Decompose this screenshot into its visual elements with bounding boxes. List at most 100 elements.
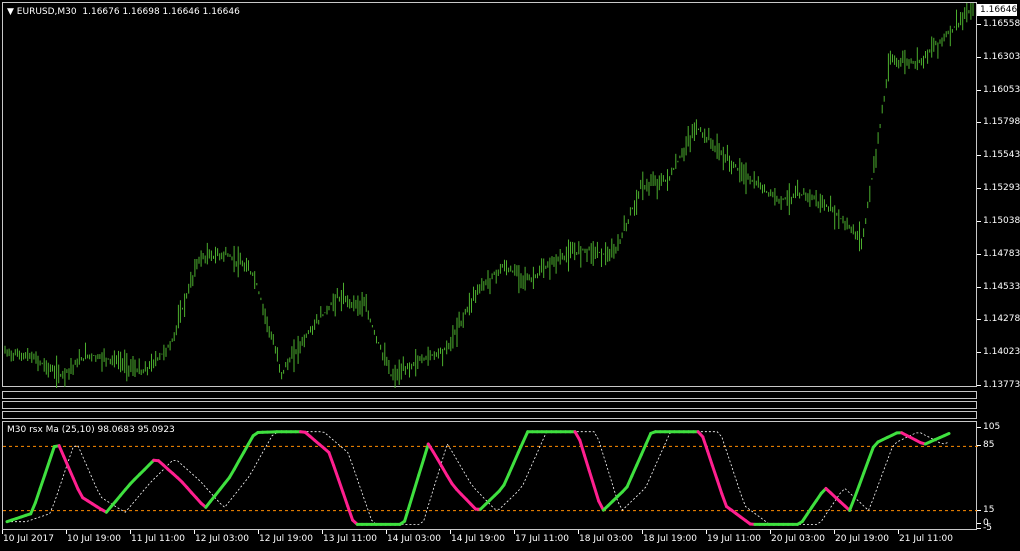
price-tick-label: 1.16303 <box>983 51 1020 62</box>
rsx-segment <box>592 484 601 503</box>
rsx-segment <box>862 458 870 475</box>
price-candles <box>4 3 974 388</box>
price-tick <box>977 155 981 157</box>
rsx-segment <box>57 444 66 458</box>
rsx-segment <box>67 465 75 480</box>
time-tick-label: 20 Jul 19:00 <box>835 534 889 544</box>
rsx-segment <box>720 492 728 508</box>
rsx-segment <box>417 457 426 477</box>
rsx-segment <box>507 462 515 476</box>
level-tick <box>977 445 981 447</box>
rsx-segment <box>43 459 52 477</box>
indicator-pane[interactable]: M30 rsx Ma (25,10) 98.0683 95.0923 <box>2 421 978 530</box>
level-tick <box>977 427 981 428</box>
price-tick-label: 1.15293 <box>983 183 1020 194</box>
level-tick <box>977 509 981 511</box>
rsx-segment <box>48 445 56 463</box>
rsx-segment <box>635 453 643 467</box>
rsx-segment <box>38 473 47 491</box>
time-tick-label: 21 Jul 11:00 <box>899 534 953 544</box>
time-tick-label: 12 Jul 19:00 <box>259 534 313 544</box>
time-tick-label: 19 Jul 11:00 <box>707 534 761 544</box>
price-tick <box>977 253 981 255</box>
price-tick-label: 1.14278 <box>983 314 1020 325</box>
time-tick-label: 11 Jul 11:00 <box>131 534 185 544</box>
price-tick <box>977 385 981 386</box>
rsx-segment <box>630 463 639 478</box>
rsx-segment <box>867 445 875 462</box>
empty-subwindow-1[interactable] <box>2 391 977 399</box>
rsx-segment <box>346 504 355 522</box>
price-tick-label: 1.14783 <box>983 248 1020 259</box>
rsx-segment <box>625 474 634 489</box>
rsx-segment <box>857 471 866 488</box>
rsx-segment <box>521 430 530 444</box>
rsx-segment <box>502 472 511 487</box>
time-tick-label: 10 Jul 19:00 <box>67 534 121 544</box>
time-tick-label: 18 Jul 19:00 <box>643 534 697 544</box>
price-tick-label: 1.15038 <box>983 215 1020 226</box>
level-tick-label: 105 <box>983 422 1001 432</box>
level-tick <box>977 528 981 529</box>
price-tick <box>977 89 981 91</box>
price-tick <box>977 56 981 58</box>
rsx-segment <box>710 463 719 481</box>
rsx-segment <box>578 438 586 457</box>
level-tick-label: 85 <box>983 440 995 451</box>
price-tick-label: 1.15543 <box>983 150 1020 161</box>
price-tick <box>977 188 981 190</box>
price-tick-label: 1.15798 <box>983 117 1020 128</box>
time-tick-label: 20 Jul 03:00 <box>771 534 825 544</box>
rsx-segment <box>644 431 653 446</box>
price-tick <box>977 286 981 288</box>
rsx-segment <box>407 488 416 508</box>
price-tick-label: 1.16558 <box>983 19 1020 29</box>
rsx-segment <box>332 463 340 481</box>
price-chart-pane[interactable]: ▼ EURUSD,M30 1.16676 1.16698 1.16646 1.1… <box>2 2 977 388</box>
time-tick-label: 12 Jul 03:00 <box>195 534 249 544</box>
rsx-segment <box>412 473 421 492</box>
price-tick <box>977 24 981 25</box>
level-tick <box>977 523 981 525</box>
rsx-segment <box>852 484 861 500</box>
rsx-segment <box>62 455 70 469</box>
time-tick-label: 17 Jul 11:00 <box>515 534 569 544</box>
time-tick-label: 13 Jul 11:00 <box>323 534 377 544</box>
level-tick-label: 15 <box>983 504 995 515</box>
price-tick <box>977 319 981 321</box>
indicator-axis[interactable]: 105 85 15 0 -5 <box>977 421 1020 533</box>
rsx-segment <box>516 440 525 455</box>
rsx-segment <box>848 497 856 512</box>
rsx-segment <box>715 478 724 496</box>
rsx-segment <box>336 477 345 495</box>
time-tick-label: 10 Jul 2017 <box>3 534 54 544</box>
rsx-lines <box>3 430 978 526</box>
price-tick <box>977 352 981 354</box>
rsx-segment <box>512 451 520 465</box>
price-tick <box>977 220 981 222</box>
price-axis[interactable]: 1.16646 1.16558 1.16303 1.16053 1.15798 1.15… <box>977 0 1020 390</box>
rsx-segment <box>33 487 42 505</box>
rsx-segment <box>583 453 591 473</box>
rsx-segment <box>327 451 336 467</box>
price-tick-label: 1.13773 <box>983 380 1020 390</box>
price-tick-label: 1.14533 <box>983 281 1020 292</box>
rsx-segment <box>942 432 951 438</box>
time-axis[interactable]: 10 Jul 2017 10 Jul 19:00 11 Jul 11:00 12 Ju… <box>0 530 977 551</box>
time-tick-label: 14 Jul 03:00 <box>387 534 441 544</box>
price-tick-label: 1.14023 <box>983 347 1020 358</box>
level-tick-label: -5 <box>983 523 992 533</box>
empty-subwindow-3[interactable] <box>2 411 977 419</box>
rsx-segment <box>29 501 37 516</box>
rsx-segment <box>71 476 80 491</box>
rsx-segment <box>639 442 648 457</box>
rsx-segment <box>706 449 714 467</box>
price-tick-label: 1.16053 <box>983 84 1020 95</box>
rsx-segment <box>587 469 596 488</box>
empty-subwindow-2[interactable] <box>2 401 977 409</box>
rsx-segment <box>403 504 411 523</box>
price-tick <box>977 122 981 124</box>
current-price-box: 1.16646 <box>977 4 1017 16</box>
rsx-segment <box>701 435 710 453</box>
rsx-segment <box>341 491 350 508</box>
